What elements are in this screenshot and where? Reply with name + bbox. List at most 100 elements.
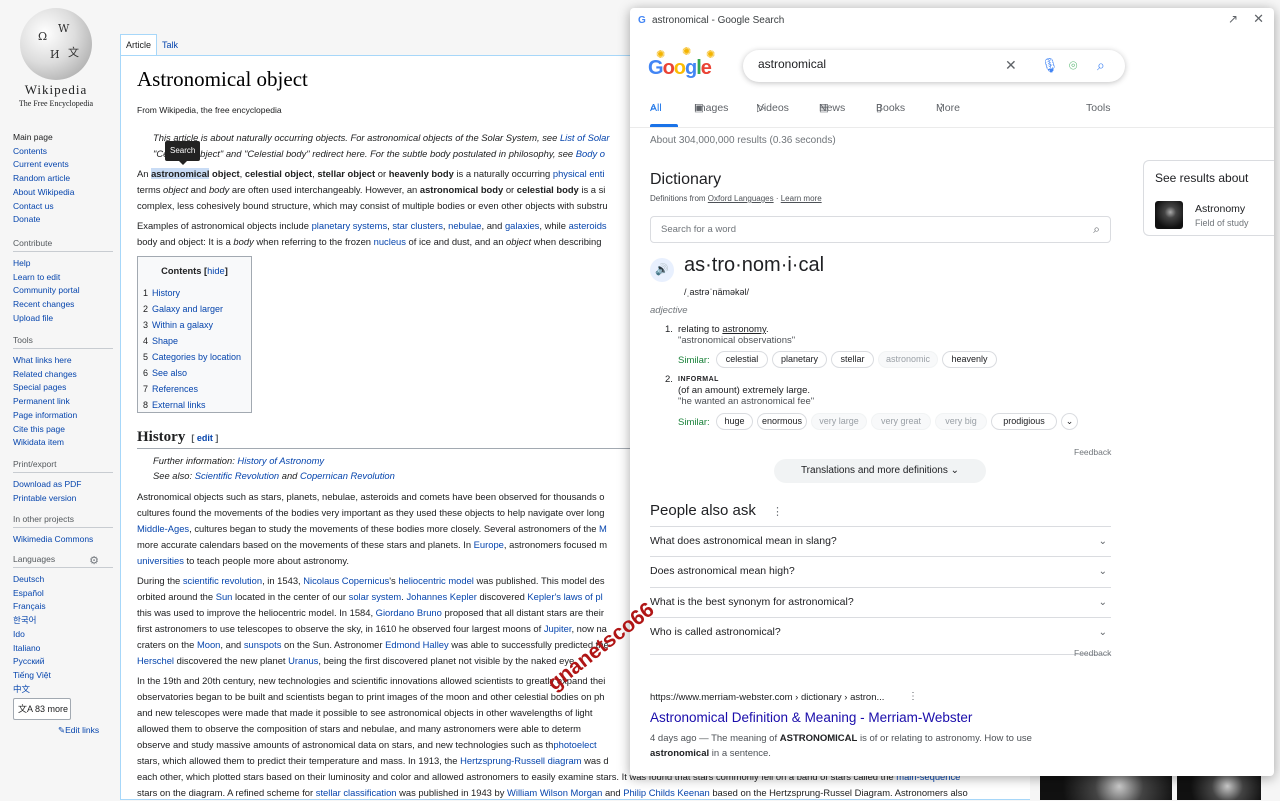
selected-text[interactable]: astronomical bbox=[151, 168, 210, 179]
paa-question[interactable]: Does astronomical mean high? ⌄ bbox=[650, 556, 1111, 586]
toc-hide-link[interactable]: hide bbox=[207, 266, 225, 276]
nebula-thumbnail[interactable] bbox=[1177, 772, 1261, 800]
close-panel-icon[interactable]: ✕ bbox=[1253, 11, 1264, 27]
galaxy-thumbnail[interactable] bbox=[1040, 772, 1172, 800]
speaker-icon[interactable]: 🔊 bbox=[650, 258, 674, 282]
article-link[interactable]: Moon bbox=[197, 639, 220, 650]
synonym-chip[interactable]: very large bbox=[811, 413, 867, 430]
language-item[interactable]: Ido bbox=[13, 628, 113, 642]
synonym-chip[interactable]: stellar bbox=[831, 351, 874, 368]
dictionary-search-field[interactable]: Search for a word ⌕ bbox=[650, 216, 1111, 243]
synonym-chip[interactable]: heavenly bbox=[942, 351, 997, 368]
sidebar-item-donate[interactable]: Donate bbox=[13, 213, 113, 227]
toc-item[interactable]: 1 History bbox=[143, 285, 246, 301]
tools-button[interactable]: Tools bbox=[1086, 102, 1111, 114]
article-link[interactable]: nucleus bbox=[374, 236, 406, 247]
sidebar-item-commons[interactable]: Wikimedia Commons bbox=[13, 533, 113, 547]
article-link[interactable]: galaxies bbox=[505, 220, 539, 231]
sidebar-item-random-article[interactable]: Random article bbox=[13, 172, 113, 186]
toc-item[interactable]: 7 References bbox=[143, 381, 246, 397]
article-link[interactable]: photoelect bbox=[553, 739, 596, 750]
language-item[interactable]: 中文 bbox=[13, 683, 113, 697]
more-languages-button[interactable]: 文A 83 more bbox=[13, 698, 71, 720]
search-tooltip[interactable]: Search bbox=[165, 141, 201, 165]
oxford-languages-link[interactable]: Oxford Languages bbox=[708, 194, 774, 203]
sidebar-item-related-changes[interactable]: Related changes bbox=[13, 368, 113, 382]
sidebar-item-community-portal[interactable]: Community portal bbox=[13, 284, 113, 298]
result-title-link[interactable]: Astronomical Definition & Meaning - Merr… bbox=[650, 710, 972, 725]
article-link[interactable]: Jupiter bbox=[544, 623, 572, 634]
search-input[interactable] bbox=[758, 57, 998, 71]
toc-item[interactable]: 6 See also bbox=[143, 365, 246, 381]
language-item[interactable]: Français bbox=[13, 600, 113, 614]
article-link[interactable]: nebulae bbox=[448, 220, 481, 231]
article-link[interactable]: solar system bbox=[349, 591, 402, 602]
language-item[interactable]: Deutsch bbox=[13, 573, 113, 587]
sidebar-item-current-events[interactable]: Current events bbox=[13, 158, 113, 172]
result-more-options-icon[interactable]: ⋮ bbox=[908, 691, 918, 702]
tab-article[interactable]: Article bbox=[120, 34, 158, 56]
sidebar-item-help[interactable]: Help bbox=[13, 257, 113, 271]
toc-item-link[interactable]: History bbox=[152, 288, 180, 298]
sidebar-item-main-page[interactable]: Main page bbox=[13, 131, 113, 145]
article-link[interactable]: universities bbox=[137, 555, 184, 566]
camera-lens-icon[interactable]: ⌾ bbox=[1069, 57, 1077, 74]
toc-item[interactable]: 4 Shape bbox=[143, 333, 246, 349]
article-link[interactable]: Hertzsprung-Russell diagram bbox=[460, 755, 581, 766]
toc-item[interactable]: 2 Galaxy and larger bbox=[143, 301, 246, 317]
microphone-icon[interactable]: 🎙 bbox=[1041, 57, 1059, 74]
article-link[interactable]: planetary systems bbox=[312, 220, 388, 231]
synonym-chip[interactable]: prodigious bbox=[991, 413, 1057, 430]
sidebar-item-permanent-link[interactable]: Permanent link bbox=[13, 395, 113, 409]
language-item[interactable]: Русский bbox=[13, 655, 113, 669]
article-link[interactable]: Middle-Ages bbox=[137, 523, 189, 534]
sidebar-item-download-pdf[interactable]: Download as PDF bbox=[13, 478, 113, 492]
article-link[interactable]: Sun bbox=[216, 591, 233, 602]
article-link[interactable]: physical enti bbox=[553, 168, 605, 179]
sidebar-item-page-information[interactable]: Page information bbox=[13, 409, 113, 423]
article-link[interactable]: heliocentric model bbox=[398, 575, 474, 586]
toc-item[interactable]: 8 External links bbox=[143, 397, 246, 413]
article-link[interactable]: star clusters bbox=[392, 220, 443, 231]
sidebar-item-special-pages[interactable]: Special pages bbox=[13, 381, 113, 395]
clear-search-icon[interactable]: ✕ bbox=[1005, 57, 1017, 74]
sidebar-item-what-links-here[interactable]: What links here bbox=[13, 354, 113, 368]
sidebar-item-upload-file[interactable]: Upload file bbox=[13, 312, 113, 326]
toc-item-link[interactable]: Within a galaxy bbox=[152, 320, 213, 330]
toc-item-link[interactable]: Galaxy and larger bbox=[152, 304, 223, 314]
learn-more-link[interactable]: Learn more bbox=[781, 194, 822, 203]
toc-item[interactable]: 3 Within a galaxy bbox=[143, 317, 246, 333]
article-link[interactable]: Edmond Halley bbox=[385, 639, 449, 650]
toc-item-link[interactable]: Categories by location bbox=[152, 352, 241, 362]
paa-feedback-link[interactable]: Feedback bbox=[1074, 648, 1111, 658]
language-item[interactable]: Italiano bbox=[13, 642, 113, 656]
language-item[interactable]: Español bbox=[13, 587, 113, 601]
article-link[interactable]: sunspots bbox=[244, 639, 282, 650]
search-icon[interactable]: ⌕ bbox=[1093, 222, 1100, 237]
synonym-chip[interactable]: very big bbox=[935, 413, 987, 430]
sidebar-item-wikidata[interactable]: Wikidata item bbox=[13, 436, 113, 450]
sidebar-item-recent-changes[interactable]: Recent changes bbox=[13, 298, 113, 312]
tab-talk[interactable]: Talk bbox=[157, 35, 183, 57]
hatnote-link[interactable]: Scientific Revolution bbox=[195, 470, 279, 481]
article-link[interactable]: Philip Childs Keenan bbox=[623, 787, 710, 798]
article-link[interactable]: Herschel bbox=[137, 655, 174, 666]
edit-section-link[interactable]: edit bbox=[197, 433, 213, 443]
translations-more-definitions-button[interactable]: Translations and more definitions ⌄ bbox=[774, 459, 986, 483]
see-results-about-card[interactable]: See results about Astronomy Field of stu… bbox=[1143, 160, 1274, 236]
language-item[interactable]: 한국어 bbox=[13, 614, 113, 628]
search-icon[interactable]: ⌕ bbox=[1097, 57, 1105, 74]
language-settings-gear-icon[interactable]: ⚙ bbox=[89, 554, 99, 567]
sidebar-item-cite-page[interactable]: Cite this page bbox=[13, 423, 113, 437]
sidebar-item-contact[interactable]: Contact us bbox=[13, 200, 113, 214]
paa-question[interactable]: Who is called astronomical? ⌄ bbox=[650, 617, 1111, 647]
synonym-chip[interactable]: enormous bbox=[757, 413, 807, 430]
article-link[interactable]: William Wilson Morgan bbox=[507, 787, 602, 798]
toc-item-link[interactable]: See also bbox=[152, 368, 187, 378]
synonym-chip[interactable]: planetary bbox=[772, 351, 827, 368]
open-in-new-tab-icon[interactable]: ↗ bbox=[1228, 12, 1238, 26]
dictionary-feedback-link[interactable]: Feedback bbox=[1074, 447, 1111, 457]
google-doodle-logo[interactable]: ✺ ✺ ✺ Google bbox=[648, 46, 720, 82]
article-link[interactable]: Kepler's laws of pl bbox=[527, 591, 602, 602]
synonym-chip[interactable]: very great bbox=[871, 413, 931, 430]
